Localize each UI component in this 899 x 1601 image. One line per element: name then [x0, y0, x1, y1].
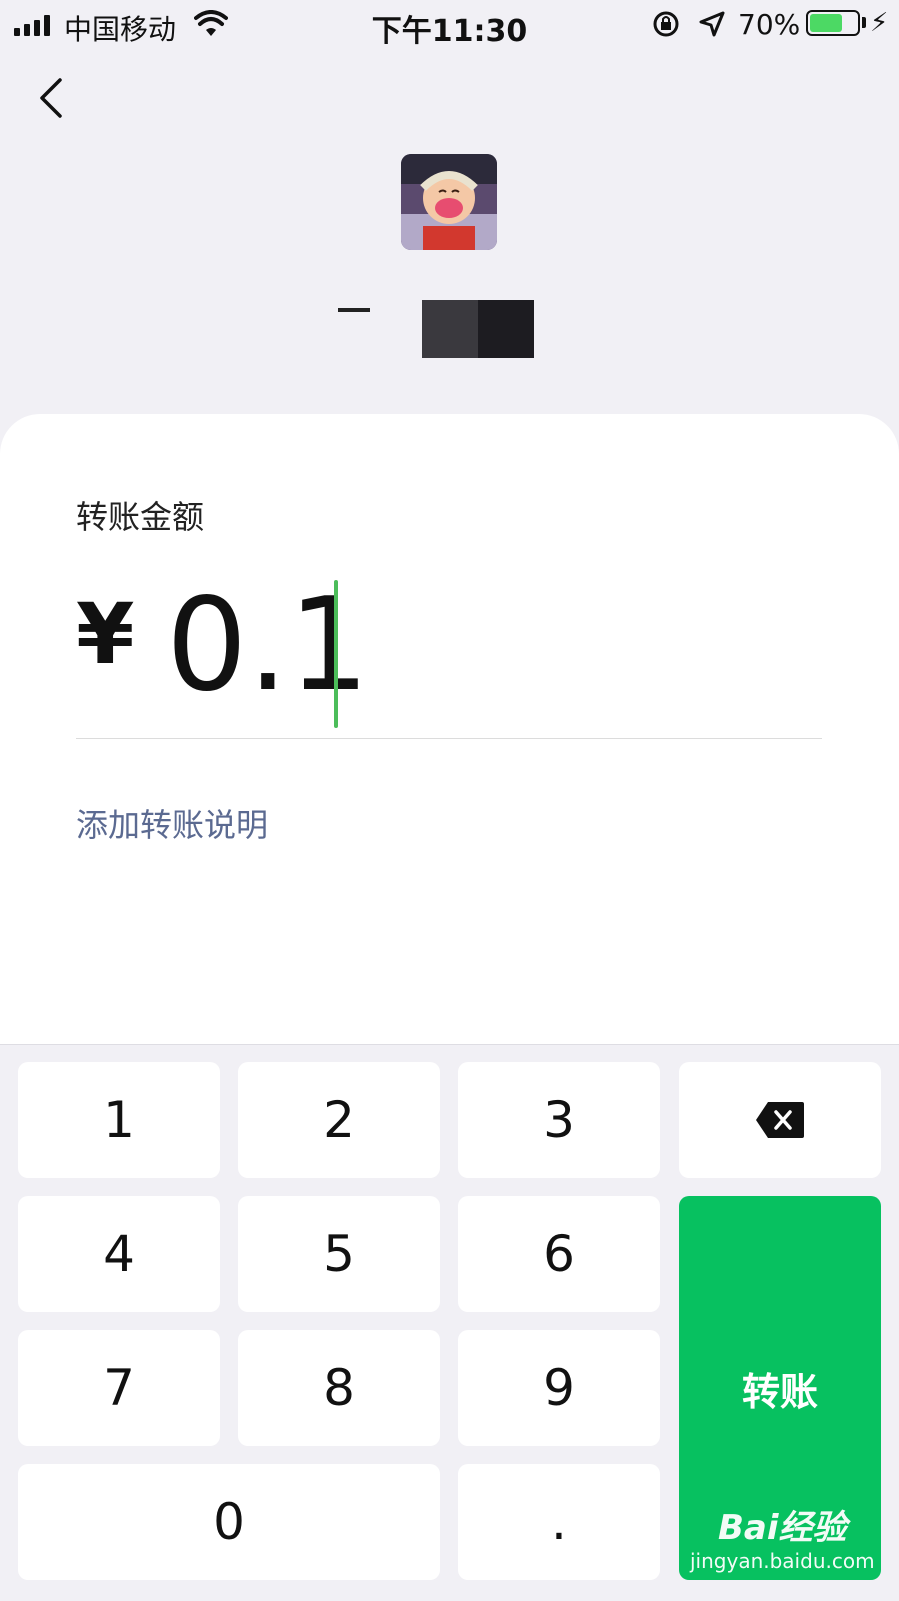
amount-divider — [76, 738, 822, 739]
key-8[interactable]: 8 — [238, 1330, 440, 1446]
key-3[interactable]: 3 — [458, 1062, 660, 1178]
rotation-lock-icon — [653, 11, 679, 37]
status-bar: 中国移动 下午11:30 70% ⚡ — [0, 0, 899, 52]
amount-input[interactable]: 0.1 — [166, 582, 370, 710]
key-9[interactable]: 9 — [458, 1330, 660, 1446]
recipient-name-redacted — [336, 292, 536, 358]
key-7[interactable]: 7 — [18, 1330, 220, 1446]
amount-label: 转账金额 — [76, 498, 205, 536]
transfer-card: 转账金额 ¥ 0.1 添加转账说明 — [0, 414, 899, 1044]
battery-icon — [806, 10, 860, 36]
key-decimal[interactable]: . — [458, 1464, 660, 1580]
watermark-url: jingyan.baidu.com — [690, 1549, 875, 1573]
backspace-icon — [756, 1102, 804, 1138]
currency-symbol: ¥ — [76, 585, 135, 683]
battery-percent: 70% — [738, 8, 801, 41]
battery-fill — [810, 14, 842, 32]
key-0[interactable]: 0 — [18, 1464, 440, 1580]
key-5[interactable]: 5 — [238, 1196, 440, 1312]
key-1[interactable]: 1 — [18, 1062, 220, 1178]
baidu-watermark: Bai经验 jingyan.baidu.com — [690, 1500, 875, 1573]
chevron-left-icon[interactable] — [30, 76, 74, 120]
location-arrow-icon — [699, 11, 725, 37]
text-cursor — [334, 580, 338, 728]
battery-nub — [862, 17, 866, 28]
backspace-key[interactable] — [679, 1062, 881, 1178]
key-4[interactable]: 4 — [18, 1196, 220, 1312]
charging-bolt-icon: ⚡ — [870, 8, 889, 38]
watermark-logo: Bai经验 — [718, 1508, 847, 1548]
add-transfer-note-link[interactable]: 添加转账说明 — [76, 800, 268, 846]
key-2[interactable]: 2 — [238, 1062, 440, 1178]
key-6[interactable]: 6 — [458, 1196, 660, 1312]
user-avatar — [401, 154, 497, 250]
